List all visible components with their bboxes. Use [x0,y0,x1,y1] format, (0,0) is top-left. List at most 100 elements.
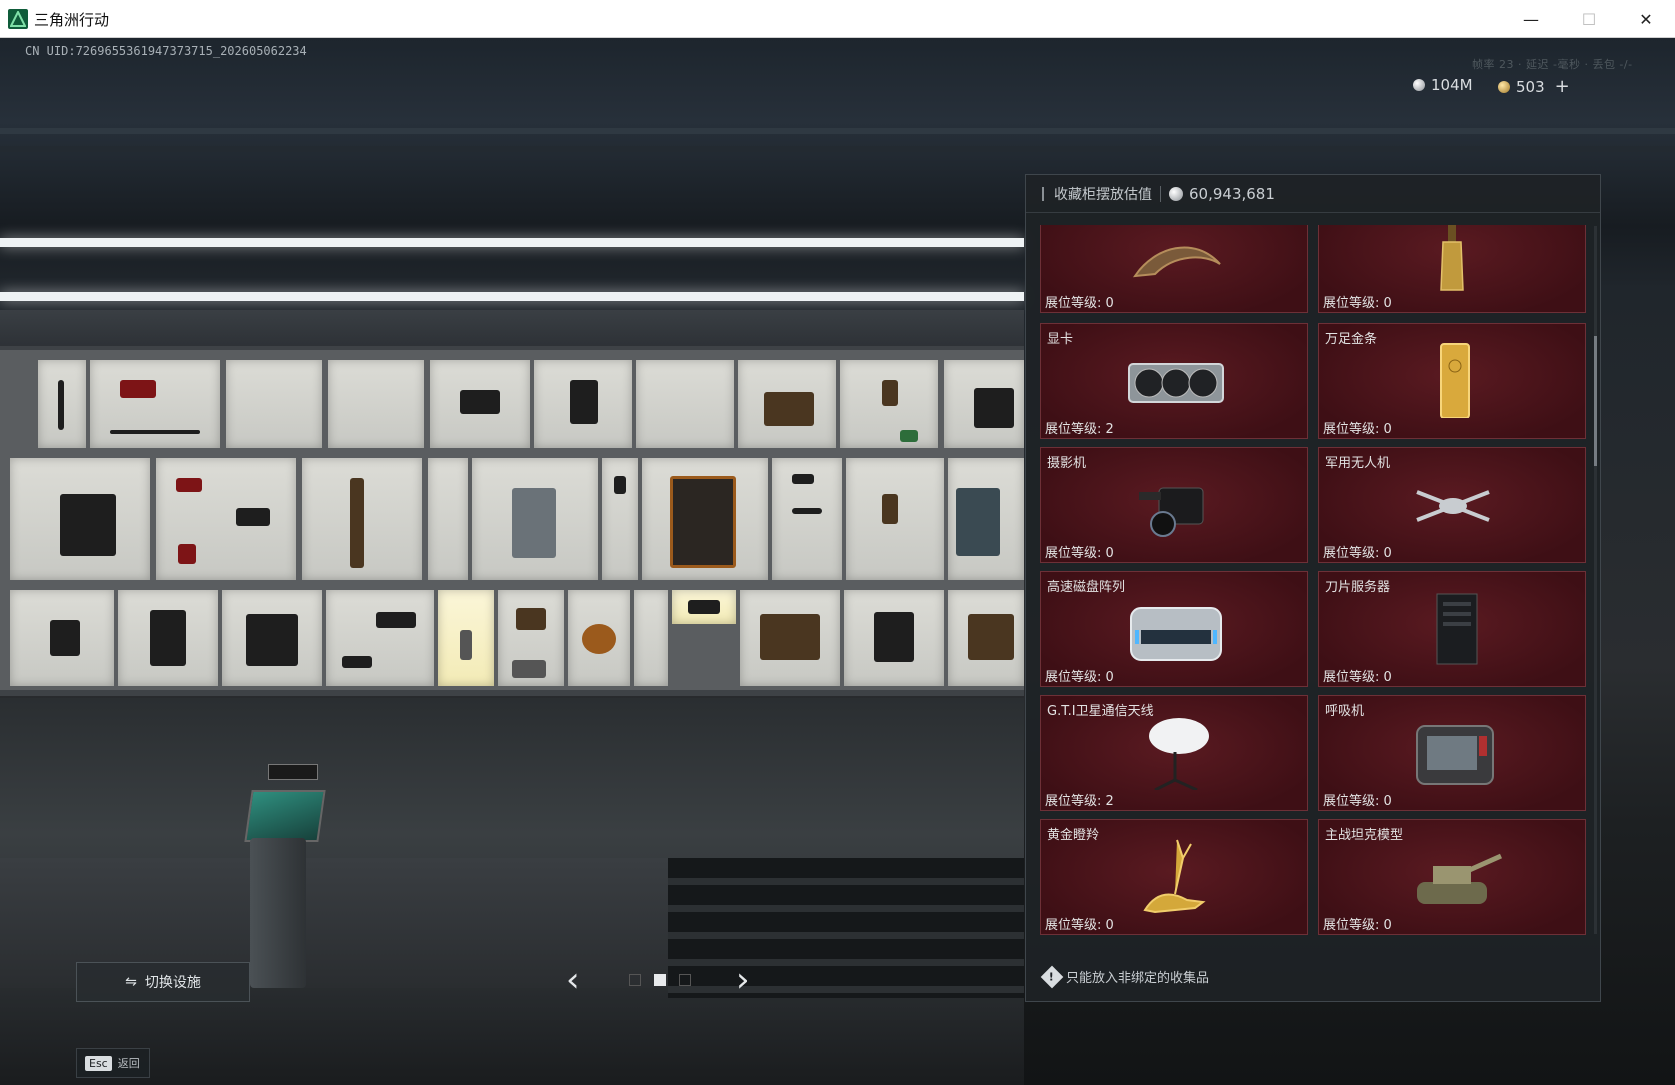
cabinet-slot[interactable] [840,360,938,448]
display-level: 展位等级: 0 [1045,296,1114,311]
collectible-card[interactable]: 万足金条 展位等级: 0 [1318,323,1586,439]
maximize-button[interactable]: ☐ [1560,0,1618,38]
cabinet-slot[interactable] [10,590,114,686]
silver-amount: 104M [1431,76,1473,94]
valuation-value: 60,943,681 [1189,184,1275,203]
cabinet-slot[interactable] [38,360,86,448]
display-level: 展位等级: 0 [1323,794,1392,809]
ventilator-icon [1416,725,1494,785]
silver-coin-icon [1413,79,1425,91]
switch-facility-button[interactable]: ⇋ 切换设施 [76,962,250,1002]
cabinet-slot[interactable] [498,590,564,686]
cabinet-slot[interactable] [772,458,842,580]
next-page-button[interactable]: › [736,962,750,998]
collection-cabinet [0,346,1024,696]
cabinet-slot[interactable] [326,590,434,686]
cabinet-slot[interactable] [738,360,836,448]
display-level: 展位等级: 0 [1323,546,1392,561]
cabinet-slot[interactable] [302,458,422,580]
server-icon [1436,593,1478,665]
cabinet-slot-selected[interactable] [438,590,494,686]
collectible-card[interactable]: 显卡 展位等级: 2 [1040,323,1308,439]
cabinet-slot[interactable] [430,360,530,448]
disk-array-icon [1130,607,1222,661]
collectible-card[interactable]: 黄金瞪羚 展位等级: 0 [1040,819,1308,935]
kiosk-terminal[interactable] [244,790,326,842]
collectible-card[interactable]: 军用无人机 展位等级: 0 [1318,447,1586,563]
cabinet-slot[interactable] [602,458,638,580]
ceiling-beam [0,128,1675,134]
page-dot-active[interactable] [654,974,666,986]
cabinet-slot[interactable] [636,360,734,448]
back-button[interactable]: Esc 返回 [76,1048,150,1078]
collectible-card[interactable]: 摄影机 展位等级: 0 [1040,447,1308,563]
collectible-card[interactable]: 呼吸机 展位等级: 0 [1318,695,1586,811]
ceiling-beam [0,146,1675,152]
cabinet-slot[interactable] [118,590,218,686]
item-name: 摄影机 [1047,456,1087,471]
back-label: 返回 [117,1057,140,1070]
cabinet-slot[interactable] [634,590,668,686]
scrollbar-thumb[interactable] [1594,336,1597,466]
cabinet-top [0,310,1024,350]
cabinet-slot[interactable] [328,360,424,448]
display-level: 展位等级: 0 [1045,670,1114,685]
collectible-card[interactable]: 主战坦克模型 展位等级: 0 [1318,819,1586,935]
cabinet-slot[interactable] [844,590,944,686]
collectible-card[interactable]: 展位等级: 0 [1040,225,1308,313]
warning-icon: ! [1040,965,1064,988]
collectible-card[interactable]: 高速磁盘阵列 展位等级: 0 [1040,571,1308,687]
cabinet-slot[interactable] [534,360,632,448]
gold-coin-icon [1498,80,1510,93]
minimize-button[interactable]: — [1502,0,1560,38]
cabinet-slot[interactable] [156,458,296,580]
light-strip [0,292,1024,301]
collectible-card[interactable]: 展位等级: 0 [1318,225,1586,313]
display-level: 展位等级: 0 [1323,918,1392,933]
cabinet-slot[interactable] [944,360,1024,448]
cabinet-slot[interactable] [10,458,150,580]
cabinet-slot[interactable] [226,360,322,448]
item-name: 高速磁盘阵列 [1047,580,1126,595]
add-currency-button[interactable]: + [1555,76,1570,97]
gold-bar-icon [1440,343,1470,418]
page-dot[interactable] [629,974,641,986]
cabinet-slot[interactable] [568,590,630,686]
header-accent [1042,186,1044,201]
cabinet-slot[interactable] [672,590,736,624]
item-name: 军用无人机 [1325,456,1391,471]
kiosk-stand [250,838,306,988]
cabinet-slot[interactable] [90,360,220,448]
cabinet-slot[interactable] [846,458,944,580]
cabinet-slot[interactable] [642,458,768,580]
drone-icon [1416,490,1490,522]
cabinet-slot[interactable] [948,458,1024,580]
close-button[interactable]: ✕ [1617,0,1675,38]
network-status: 帧率 23 · 延迟 -毫秒 · 丢包 -/- [1472,58,1633,71]
panel-header: 收藏柜摆放估值 60,943,681 [1026,175,1600,213]
page-dot[interactable] [679,974,691,986]
cabinet-slot[interactable] [740,590,840,686]
item-name: 显卡 [1047,332,1074,347]
swap-icon: ⇋ [125,974,137,990]
collectible-card[interactable]: G.T.I卫星通信天线 展位等级: 2 [1040,695,1308,811]
display-level: 展位等级: 0 [1323,670,1392,685]
cabinet-slot[interactable] [472,458,598,580]
item-name: 呼吸机 [1325,704,1365,719]
cabinet-slot[interactable] [428,458,468,580]
satellite-dish-icon [1149,718,1209,790]
display-level: 展位等级: 0 [1045,918,1114,933]
tank-icon [1417,853,1503,904]
prev-page-button[interactable]: ‹ [566,962,580,998]
gazelle-icon [1143,839,1206,914]
cabinet-slot[interactable] [222,590,322,686]
gold-amount: 503 [1516,77,1545,96]
collectible-card[interactable]: 刀片服务器 展位等级: 0 [1318,571,1586,687]
cabinet-slot[interactable] [948,590,1024,686]
display-level: 展位等级: 0 [1045,546,1114,561]
app-logo-icon [8,9,28,29]
grid-scrollbar[interactable] [1594,226,1597,934]
silver-currency: 104M [1413,76,1473,94]
collectible-grid: 展位等级: 0 展位等级: 0 显卡 展位等级: 2 万足金条 展位等级: 0 … [1040,225,1586,937]
display-level: 展位等级: 2 [1045,422,1114,437]
